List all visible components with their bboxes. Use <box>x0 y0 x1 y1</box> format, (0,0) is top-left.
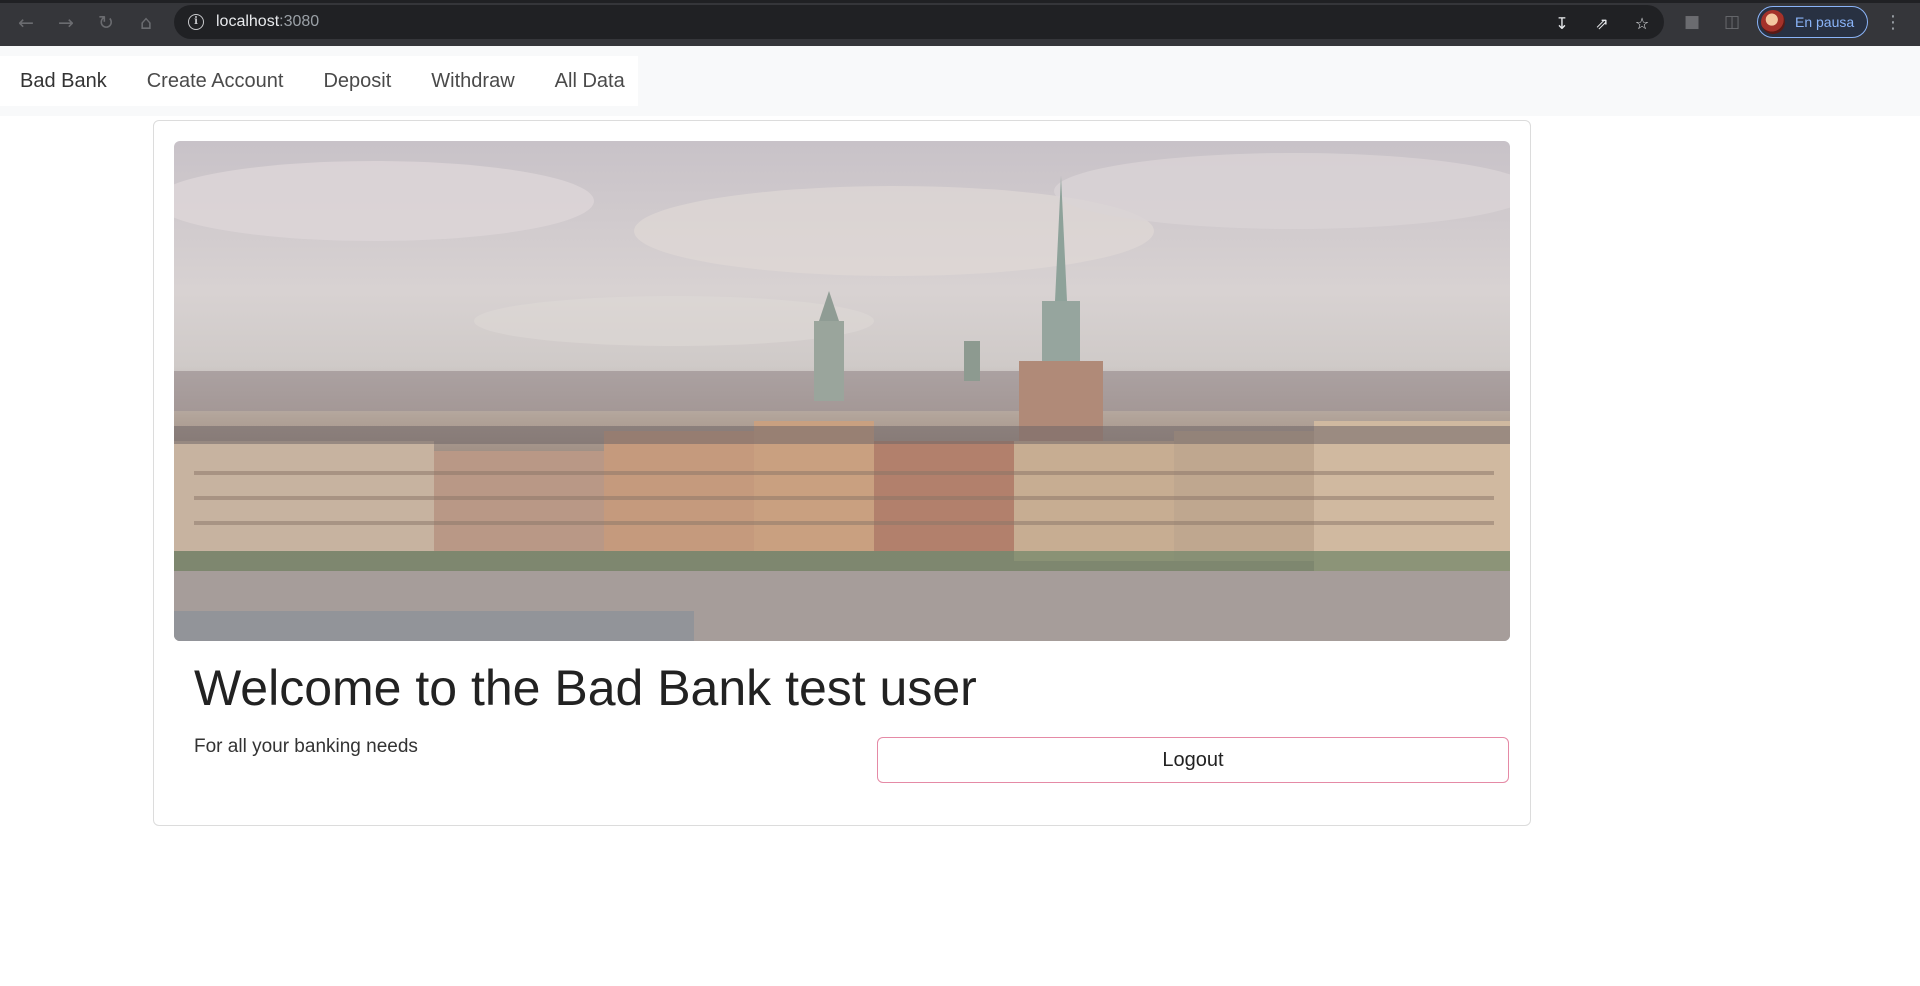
welcome-title: Welcome to the Bad Bank test user <box>194 660 977 716</box>
welcome-subtitle: For all your banking needs <box>194 736 418 757</box>
nav-create-account[interactable]: Create Account <box>127 70 304 93</box>
home-icon: ⌂ <box>139 12 153 34</box>
profile-button[interactable]: En pausa <box>1757 6 1868 38</box>
install-icon[interactable]: ↧ <box>1552 13 1572 33</box>
url-text[interactable]: localhost:3080 <box>216 13 319 31</box>
tab-strip-edge <box>0 0 1920 3</box>
navbar: Bad Bank Create Account Deposit Withdraw… <box>0 46 1920 116</box>
back-button[interactable]: ← <box>13 10 39 36</box>
url-host: localhost <box>216 13 280 30</box>
arrow-left-icon: ← <box>18 12 34 34</box>
brand-link[interactable]: Bad Bank <box>0 70 127 93</box>
arrow-right-icon: → <box>58 12 74 34</box>
nav-links: Bad Bank Create Account Deposit Withdraw… <box>0 56 638 106</box>
nav-all-data[interactable]: All Data <box>535 70 645 93</box>
star-icon[interactable]: ☆ <box>1632 13 1652 33</box>
info-icon[interactable]: i <box>188 14 204 30</box>
city-skyline-image <box>174 153 1510 641</box>
address-bar[interactable]: i localhost:3080 ↧ ⇗ ☆ <box>174 5 1664 39</box>
reload-icon: ↻ <box>98 12 114 34</box>
profile-status: En pausa <box>1795 14 1855 30</box>
home-button[interactable]: ⌂ <box>133 10 159 36</box>
welcome-card: Welcome to the Bad Bank test user For al… <box>153 120 1531 826</box>
puzzle-icon[interactable]: ■ <box>1681 11 1703 33</box>
reload-button[interactable]: ↻ <box>93 10 119 36</box>
forward-button[interactable]: → <box>53 10 79 36</box>
nav-withdraw[interactable]: Withdraw <box>411 70 534 93</box>
browser-toolbar: ← → ↻ ⌂ i localhost:3080 ↧ ⇗ ☆ ■ ◫ En pa… <box>0 0 1920 46</box>
nav-deposit[interactable]: Deposit <box>303 70 411 93</box>
url-port: :3080 <box>279 13 320 30</box>
logout-button[interactable]: Logout <box>877 737 1509 783</box>
avatar <box>1761 10 1785 34</box>
hero-image <box>174 141 1510 641</box>
kebab-menu-icon[interactable]: ⋮ <box>1884 12 1902 33</box>
side-panel-icon[interactable]: ◫ <box>1721 11 1743 33</box>
share-icon[interactable]: ⇗ <box>1592 13 1612 33</box>
